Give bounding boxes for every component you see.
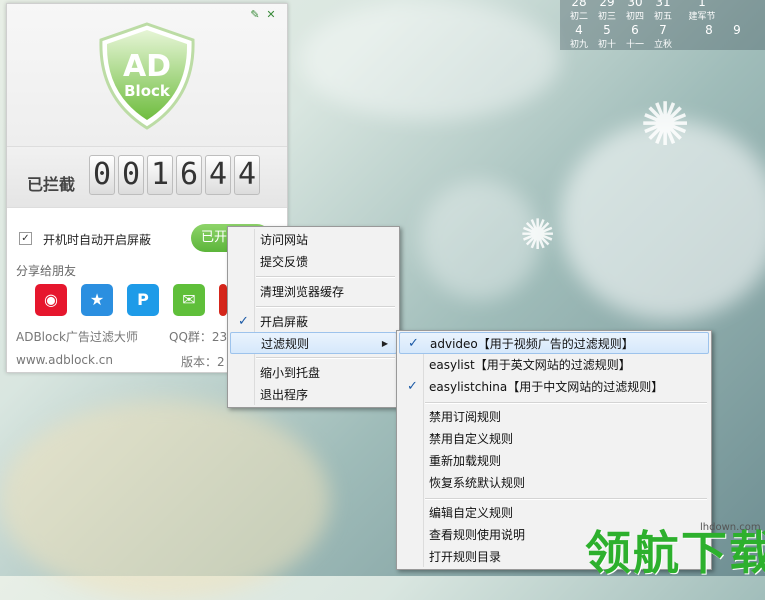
close-icon[interactable]: ✕ xyxy=(265,9,277,21)
blocked-counter: 已拦截 0 0 1 6 4 4 xyxy=(7,146,287,208)
tray-context-menu: 访问网站 提交反馈 清理浏览器缓存 ✓ 开启屏蔽 过滤规则 ▶ 缩小到托盘 退出程序 xyxy=(227,226,400,408)
menu-item-disable-subscriptions[interactable]: 禁用订阅规则 xyxy=(399,406,709,428)
check-icon: ✓ xyxy=(238,314,249,329)
counter-digit: 4 xyxy=(234,155,260,195)
calendar-day: 8 xyxy=(705,23,713,37)
menu-separator xyxy=(256,276,395,278)
version-text: 版本：2 xyxy=(181,355,225,369)
auto-start-label: 开机时自动开启屏蔽 xyxy=(43,233,152,247)
counter-digit: 1 xyxy=(147,155,173,195)
adblock-shield-logo: AD Block xyxy=(99,22,195,130)
background-glow xyxy=(0,400,330,600)
check-icon: ✓ xyxy=(407,379,418,394)
dandelion-decoration: ✺ xyxy=(640,90,691,160)
calendar-day: 30 初四 xyxy=(625,0,644,22)
menu-item-rule-easylist[interactable]: easylist【用于英文网站的过滤规则】 xyxy=(399,354,709,376)
watermark-url: lhdown.com xyxy=(700,522,761,533)
website-link[interactable]: www.adblock.cn xyxy=(16,353,113,367)
calendar-day: 28 初二 xyxy=(569,0,588,22)
desktop-calendar-widget: 28 初二 29 初三 30 初四 31 初五 1 建军节 4 初九 5 初十 6 十一 7 立秋… xyxy=(560,0,765,50)
blocked-label: 已拦截 xyxy=(27,175,76,194)
calendar-day: 6 十一 xyxy=(625,23,644,51)
menu-item-rule-advideo[interactable]: ✓ advideo【用于视频广告的过滤规则】 xyxy=(399,332,709,354)
menu-item-clear-cache[interactable]: 清理浏览器缓存 xyxy=(230,281,397,303)
calendar-day: 31 初五 xyxy=(653,0,672,22)
calendar-day: 9 xyxy=(733,23,741,37)
menu-separator xyxy=(256,306,395,308)
weibo-icon[interactable]: ◉ xyxy=(35,284,67,316)
renren-icon[interactable] xyxy=(219,284,227,316)
counter-digit: 0 xyxy=(118,155,144,195)
logo-text-ad: AD xyxy=(123,49,171,84)
menu-item-disable-custom[interactable]: 禁用自定义规则 xyxy=(399,428,709,450)
submenu-arrow-icon: ▶ xyxy=(381,339,388,348)
logo-text-block: Block xyxy=(124,82,171,100)
tencent-weibo-icon[interactable]: P xyxy=(127,284,159,316)
share-label: 分享给朋友 xyxy=(16,264,77,278)
check-icon: ✓ xyxy=(408,336,419,351)
calendar-day: 4 初九 xyxy=(569,23,588,51)
auto-start-checkbox[interactable]: ✓ xyxy=(19,232,32,245)
menu-item-filter-rules[interactable]: 过滤规则 ▶ xyxy=(230,332,397,354)
brand-text: ADBlock广告过滤大师 xyxy=(16,330,138,344)
counter-digit: 6 xyxy=(176,155,202,195)
menu-separator xyxy=(425,402,707,404)
qzone-icon[interactable]: ★ xyxy=(81,284,113,316)
menu-separator xyxy=(256,357,395,359)
menu-item-enable-blocking[interactable]: ✓ 开启屏蔽 xyxy=(230,311,397,333)
counter-digit: 0 xyxy=(89,155,115,195)
menu-item-visit-site[interactable]: 访问网站 xyxy=(230,229,397,251)
calendar-day: 5 初十 xyxy=(597,23,616,51)
menu-item-feedback[interactable]: 提交反馈 xyxy=(230,251,397,273)
edit-icon[interactable]: ✎ xyxy=(249,9,261,21)
calendar-day: 7 立秋 xyxy=(653,23,672,51)
background-glow xyxy=(300,0,560,120)
menu-item-exit[interactable]: 退出程序 xyxy=(230,384,397,406)
menu-item-restore-defaults[interactable]: 恢复系统默认规则 xyxy=(399,472,709,494)
logo-area: ✎ ✕ AD Block xyxy=(7,4,287,146)
menu-separator xyxy=(425,498,707,500)
calendar-day: 29 初三 xyxy=(597,0,616,22)
calendar-day: 1 建军节 xyxy=(688,0,716,22)
counter-digit: 4 xyxy=(205,155,231,195)
menu-item-reload-rules[interactable]: 重新加载规则 xyxy=(399,450,709,472)
menu-item-rule-easylistchina[interactable]: ✓ easylistchina【用于中文网站的过滤规则】 xyxy=(399,376,709,398)
menu-item-minimize-tray[interactable]: 缩小到托盘 xyxy=(230,362,397,384)
qq-group-text: QQ群：23 xyxy=(169,330,228,344)
dandelion-decoration: ✺ xyxy=(520,210,556,259)
wechat-icon[interactable]: ✉ xyxy=(173,284,205,316)
